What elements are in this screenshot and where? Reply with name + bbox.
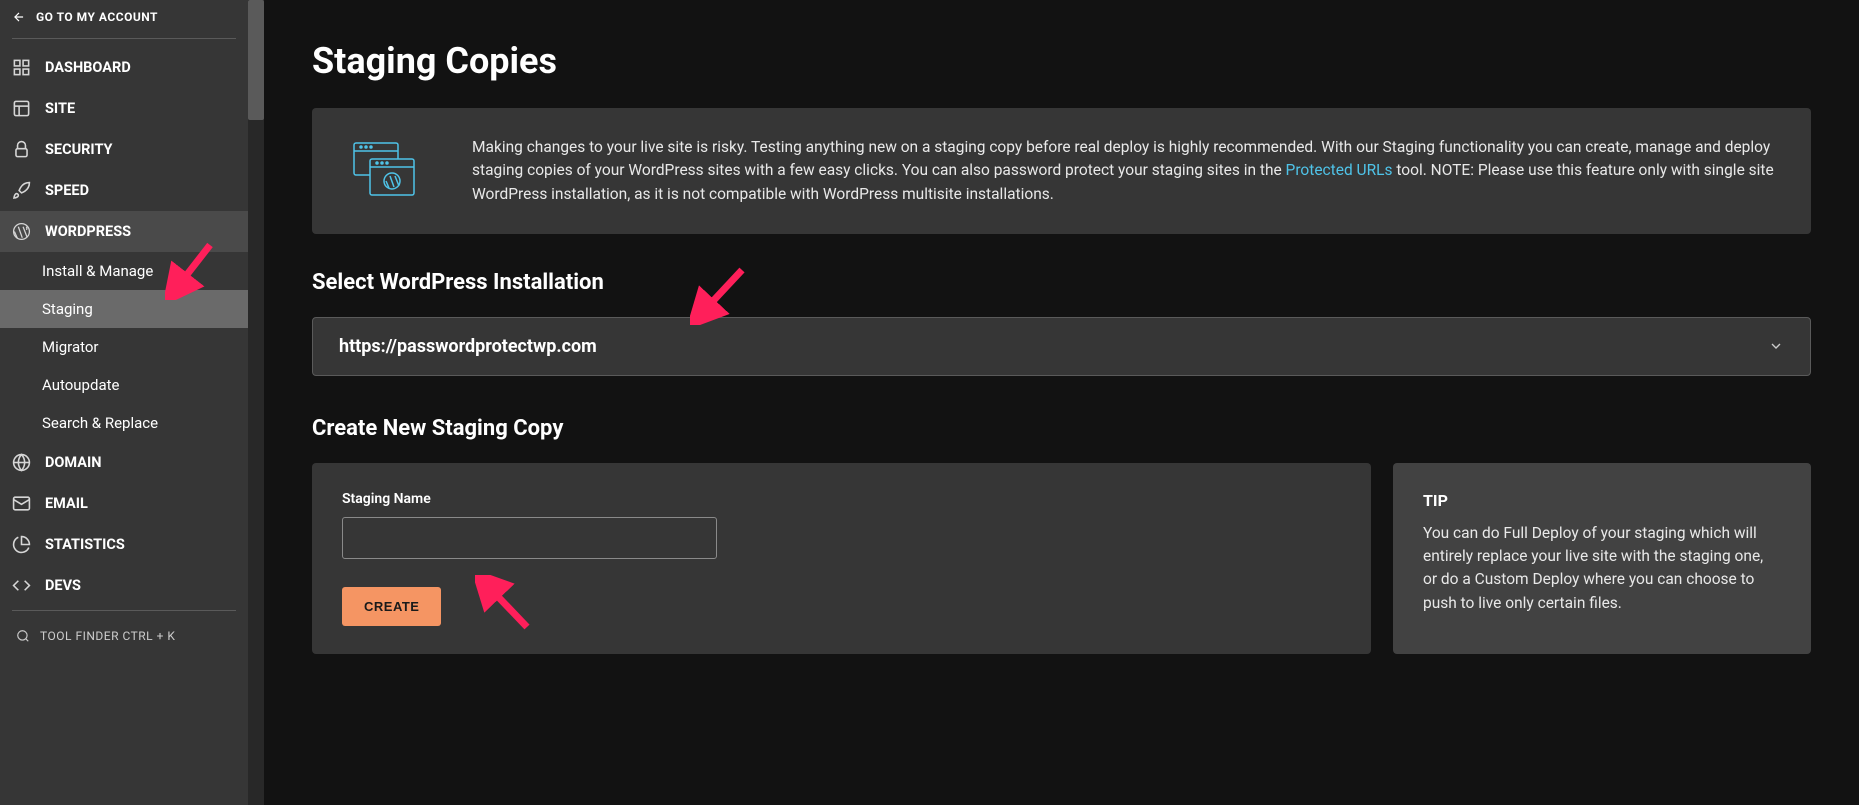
tip-title: TIP xyxy=(1423,491,1781,510)
staging-name-label: Staging Name xyxy=(342,491,1341,507)
main-content: Staging Copies Making changes to your li… xyxy=(264,0,1859,805)
wordpress-installation-select[interactable]: https://passwordprotectwp.com xyxy=(312,317,1811,376)
sidebar-item-label: SECURITY xyxy=(45,141,113,158)
sidebar-item-label: STATISTICS xyxy=(45,536,125,553)
layout-icon xyxy=(12,99,31,118)
create-form-panel: Staging Name CREATE xyxy=(312,463,1371,654)
code-icon xyxy=(12,576,31,595)
sidebar-sub-migrator[interactable]: Migrator xyxy=(0,328,248,366)
staging-name-input[interactable] xyxy=(342,517,717,559)
staging-illustration-icon xyxy=(348,139,420,203)
sidebar-item-domain[interactable]: DOMAIN xyxy=(0,442,248,483)
search-icon xyxy=(16,629,30,643)
sidebar-item-label: EMAIL xyxy=(45,495,88,512)
back-to-account-link[interactable]: GO TO MY ACCOUNT xyxy=(0,0,248,34)
back-label: GO TO MY ACCOUNT xyxy=(36,10,158,24)
sidebar-sub-autoupdate[interactable]: Autoupdate xyxy=(0,366,248,404)
sidebar-sub-install-manage[interactable]: Install & Manage xyxy=(0,252,248,290)
create-staging-title: Create New Staging Copy xyxy=(312,416,1811,441)
info-box: Making changes to your live site is risk… xyxy=(312,108,1811,234)
divider xyxy=(12,610,236,611)
sidebar-item-label: SPEED xyxy=(45,182,89,199)
create-row: Staging Name CREATE TIP You can do Full … xyxy=(312,463,1811,654)
pie-chart-icon xyxy=(12,535,31,554)
sidebar-item-site[interactable]: SITE xyxy=(0,88,248,129)
rocket-icon xyxy=(12,181,31,200)
tool-finder-label: TOOL FINDER CTRL + K xyxy=(40,629,175,643)
sidebar-item-dashboard[interactable]: DASHBOARD xyxy=(0,47,248,88)
sidebar-item-label: DOMAIN xyxy=(45,454,101,471)
scrollbar-thumb[interactable] xyxy=(248,0,264,120)
sidebar-item-statistics[interactable]: STATISTICS xyxy=(0,524,248,565)
page-title: Staging Copies xyxy=(312,40,1811,82)
protected-urls-link[interactable]: Protected URLs xyxy=(1286,161,1393,179)
create-button[interactable]: CREATE xyxy=(342,587,441,626)
sidebar-item-security[interactable]: SECURITY xyxy=(0,129,248,170)
divider xyxy=(12,38,236,39)
scrollbar-track xyxy=(248,0,264,805)
sidebar-item-wordpress[interactable]: WORDPRESS xyxy=(0,211,248,252)
sidebar-sub-search-replace[interactable]: Search & Replace xyxy=(0,404,248,442)
sidebar-item-devs[interactable]: DEVS xyxy=(0,565,248,606)
select-installation-title: Select WordPress Installation xyxy=(312,270,1811,295)
sidebar: GO TO MY ACCOUNT DASHBOARD SITE SECURITY… xyxy=(0,0,248,805)
chevron-down-icon xyxy=(1768,338,1784,354)
wordpress-icon xyxy=(12,222,31,241)
sidebar-item-email[interactable]: EMAIL xyxy=(0,483,248,524)
grid-icon xyxy=(12,58,31,77)
sidebar-item-label: DASHBOARD xyxy=(45,59,131,76)
lock-icon xyxy=(12,140,31,159)
tip-panel: TIP You can do Full Deploy of your stagi… xyxy=(1393,463,1811,654)
select-value: https://passwordprotectwp.com xyxy=(339,336,597,357)
sidebar-item-label: WORDPRESS xyxy=(45,223,131,240)
sidebar-item-label: DEVS xyxy=(45,577,81,594)
sidebar-sub-staging[interactable]: Staging xyxy=(0,290,248,328)
sidebar-item-speed[interactable]: SPEED xyxy=(0,170,248,211)
mail-icon xyxy=(12,494,31,513)
globe-icon xyxy=(12,453,31,472)
tip-text: You can do Full Deploy of your staging w… xyxy=(1423,522,1781,615)
arrow-left-icon xyxy=(12,10,26,24)
tool-finder[interactable]: TOOL FINDER CTRL + K xyxy=(0,619,248,653)
sidebar-item-label: SITE xyxy=(45,100,75,117)
info-text: Making changes to your live site is risk… xyxy=(472,136,1775,206)
